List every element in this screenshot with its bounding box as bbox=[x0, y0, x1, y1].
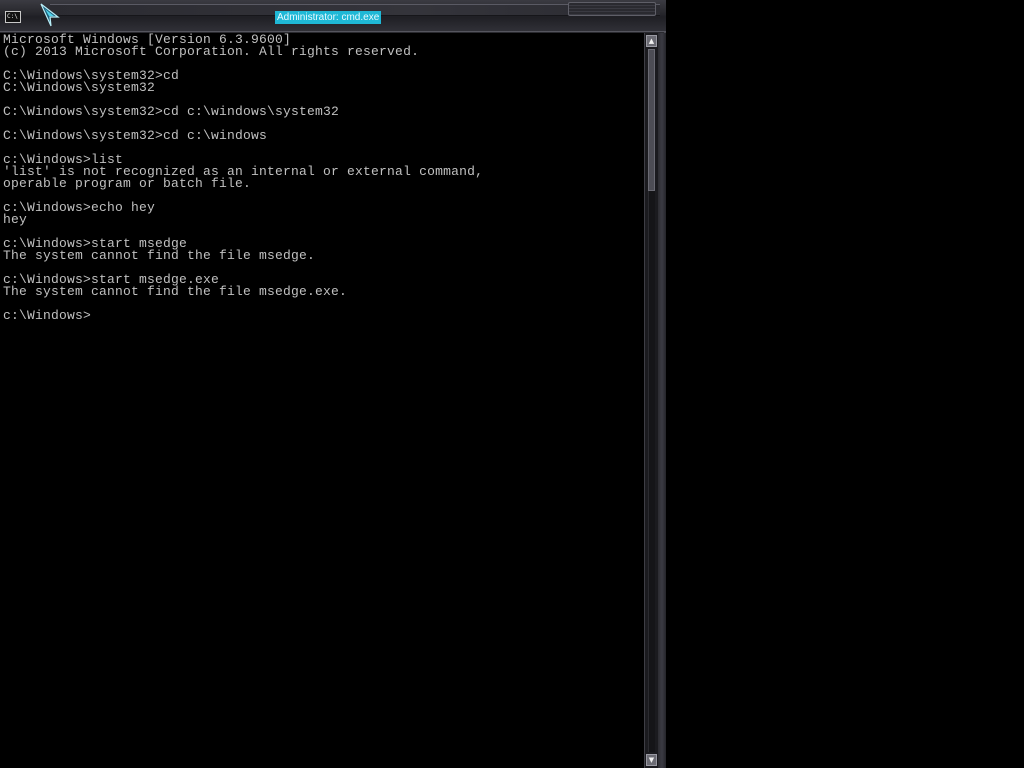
console-line: c:\Windows> bbox=[3, 308, 92, 323]
console-line: (c) 2013 Microsoft Corporation. All righ… bbox=[3, 44, 420, 59]
title-bar[interactable]: C:\ Administrator: cmd.exe bbox=[0, 0, 666, 32]
console-line: hey bbox=[3, 212, 28, 227]
console-line: C:\Windows\system32>cd c:\windows\system… bbox=[3, 104, 340, 119]
console-line: c:\Windows>echo hey bbox=[3, 200, 156, 215]
cmd-window: C:\ Administrator: cmd.exe Microsoft Win… bbox=[0, 0, 666, 768]
console-line: The system cannot find the file msedge. bbox=[3, 248, 316, 263]
window-title: Administrator: cmd.exe bbox=[275, 11, 382, 24]
title-bar-bevel-decoration bbox=[568, 2, 656, 16]
window-frame-right bbox=[658, 33, 666, 768]
console-line: C:\Windows\system32 bbox=[3, 80, 156, 95]
console-line: operable program or batch file. bbox=[3, 176, 252, 191]
cmd-app-icon[interactable]: C:\ bbox=[5, 11, 21, 23]
console-output[interactable]: Microsoft Windows [Version 6.3.9600] (c) … bbox=[0, 33, 644, 768]
vertical-scrollbar[interactable]: ▲ ▼ bbox=[644, 33, 658, 768]
console-line: C:\Windows\system32>cd c:\windows bbox=[3, 128, 268, 143]
console-line: The system cannot find the file msedge.e… bbox=[3, 284, 348, 299]
scroll-thumb[interactable] bbox=[648, 49, 655, 191]
scroll-up-arrow-icon[interactable]: ▲ bbox=[646, 35, 657, 47]
arrow-logo-icon bbox=[40, 3, 60, 27]
scroll-down-arrow-icon[interactable]: ▼ bbox=[646, 754, 657, 766]
